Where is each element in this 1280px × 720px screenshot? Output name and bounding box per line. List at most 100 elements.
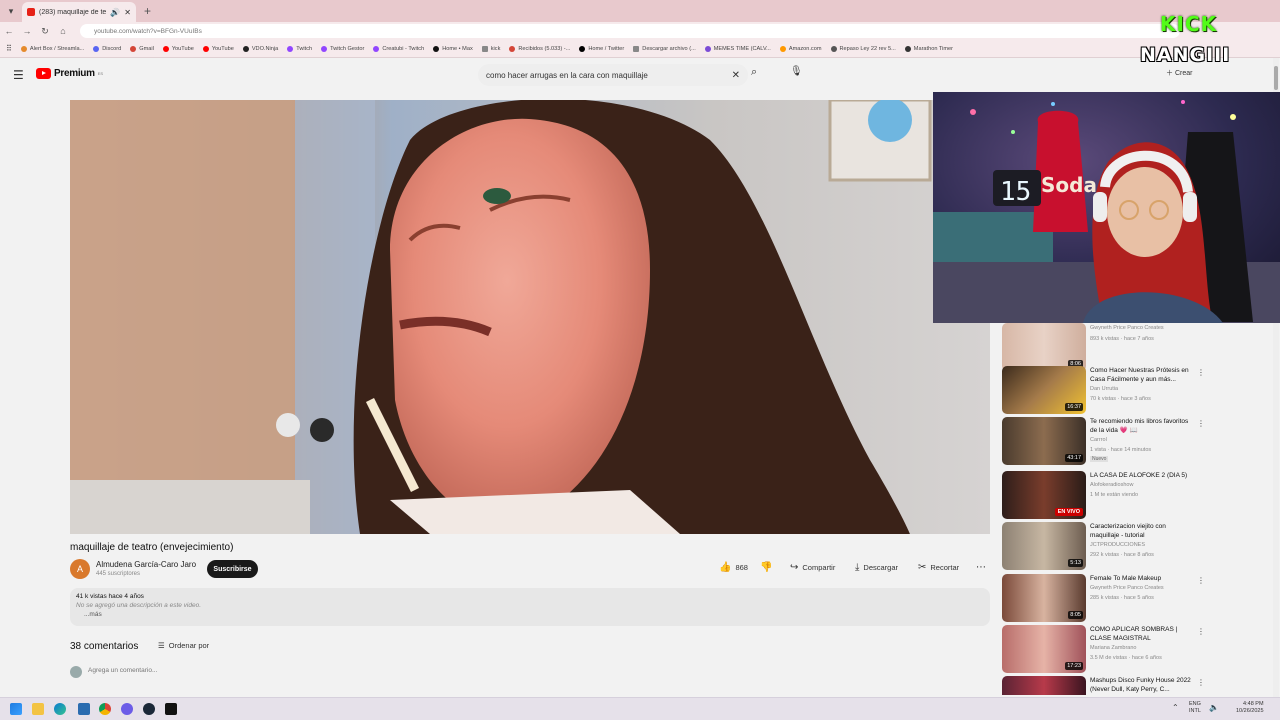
- add-comment-input[interactable]: Agrega un comentario...: [88, 667, 157, 674]
- volume-icon[interactable]: 🔈: [1209, 704, 1219, 712]
- apps-grid-icon[interactable]: ⠿: [6, 44, 12, 53]
- rec-stats: 1 vista · hace 14 minutos: [1090, 447, 1152, 453]
- speaker-icon[interactable]: 🔊: [110, 8, 120, 17]
- bookmark-item[interactable]: Recibidos (5.033) -...: [509, 45, 570, 52]
- bookmark-item[interactable]: YouTube: [202, 45, 234, 52]
- bookmark-label: Alert Box / Streamla...: [29, 45, 85, 52]
- language-indicator[interactable]: ENG INTL: [1189, 701, 1201, 715]
- clock-time: 4:48 PM: [1243, 701, 1264, 707]
- vdo-ninja-icon: [242, 45, 249, 52]
- share-button[interactable]: ↪ Compartir: [790, 562, 835, 573]
- video-player[interactable]: [70, 100, 990, 534]
- recommended-video[interactable]: 5:13 Caracterizacion viejito con maquill…: [1002, 522, 1202, 570]
- video-thumbnail[interactable]: 16:37: [1002, 366, 1086, 414]
- more-vertical-icon[interactable]: ⋮: [1197, 678, 1202, 687]
- like-button[interactable]: 👍 868: [719, 562, 748, 573]
- rec-title[interactable]: COMO APLICAR SOMBRAS | CLASE MAGISTRAL: [1090, 625, 1192, 643]
- discord-icon: [93, 45, 100, 52]
- bookmark-item[interactable]: Home / Twitter: [579, 45, 624, 52]
- bookmark-item[interactable]: Repaso Ley 22 rev 5...: [830, 45, 896, 52]
- tab-close-icon[interactable]: ✕: [124, 8, 131, 17]
- dislike-button[interactable]: 👎: [760, 562, 772, 573]
- microphone-icon[interactable]: 🎙: [790, 66, 803, 77]
- bookmark-item[interactable]: Marathon Timer: [904, 45, 953, 52]
- recommended-video[interactable]: Mashups Disco Funky House 2022 (Never Du…: [1002, 676, 1202, 695]
- download-button[interactable]: ⤓ Descargar: [855, 562, 898, 573]
- kick-app-icon[interactable]: [165, 703, 177, 715]
- more-vertical-icon[interactable]: ⋮: [1197, 419, 1202, 428]
- bookmark-item[interactable]: Twitch Gestor: [321, 45, 364, 52]
- description-box[interactable]: 41 k vistas hace 4 años No se agregó una…: [70, 588, 990, 626]
- chrome-icon[interactable]: [99, 703, 111, 715]
- more-actions-button[interactable]: ⋯: [976, 562, 986, 573]
- bookmark-item[interactable]: kick: [481, 45, 500, 52]
- video-thumbnail[interactable]: 5:13: [1002, 522, 1086, 570]
- sort-comments-button[interactable]: ☰ Ordenar por: [158, 641, 209, 650]
- new-tab-icon[interactable]: +: [144, 4, 151, 18]
- bookmark-item[interactable]: VDO.Ninja: [242, 45, 278, 52]
- more-vertical-icon[interactable]: ⋮: [1197, 368, 1202, 377]
- clock[interactable]: 4:48 PM 10/26/2025: [1236, 701, 1264, 715]
- video-thumbnail[interactable]: 8:06: [1002, 323, 1086, 371]
- show-more-link[interactable]: ...más: [76, 611, 984, 618]
- rec-title[interactable]: Te recomiendo mis libros favoritos de la…: [1090, 417, 1192, 435]
- recommended-video[interactable]: 17:23 COMO APLICAR SOMBRAS | CLASE MAGIS…: [1002, 625, 1202, 673]
- clear-search-icon[interactable]: ✕: [732, 70, 740, 81]
- bookmark-item[interactable]: Gmail: [130, 45, 154, 52]
- store-icon[interactable]: [78, 703, 90, 715]
- channel-name[interactable]: Almudena García-Caro Jaro: [96, 560, 196, 569]
- live-badge: EN VIVO: [1054, 508, 1083, 516]
- recommendations-list: 8:06 Gwyneth Price Panco Creates 893 k v…: [1002, 323, 1202, 695]
- more-vertical-icon[interactable]: ⋮: [1197, 627, 1202, 636]
- rec-title[interactable]: Como Hacer Nuestras Prótesis en Casa Fác…: [1090, 366, 1192, 384]
- bookmark-item[interactable]: Descargar archivo (...: [633, 45, 696, 52]
- tab-list-chevron-icon[interactable]: ▾: [0, 0, 22, 22]
- video-thumbnail[interactable]: 8:05: [1002, 574, 1086, 622]
- bookmark-item[interactable]: Creatubi - Twitch: [373, 45, 424, 52]
- reload-icon[interactable]: ↻: [40, 26, 50, 37]
- video-thumbnail[interactable]: EN VIVO: [1002, 471, 1086, 519]
- bookmark-item[interactable]: Alert Box / Streamla...: [20, 45, 85, 52]
- bookmark-item[interactable]: YouTube: [162, 45, 194, 52]
- bookmark-item[interactable]: Amazon.com: [779, 45, 822, 52]
- network-icon[interactable]: ⌃: [1172, 704, 1179, 712]
- file-explorer-icon[interactable]: [32, 703, 44, 715]
- bookmark-item[interactable]: MEMES TIME (CALV...: [704, 45, 771, 52]
- browser-tab-active[interactable]: (283) maquillaje de teatro (... 🔊 ✕: [22, 2, 136, 22]
- video-thumbnail[interactable]: 43:17: [1002, 417, 1086, 465]
- youtube-premium-logo[interactable]: Premium ES: [36, 68, 103, 79]
- bookmark-item[interactable]: Home • Max: [433, 45, 473, 52]
- recommended-video[interactable]: 16:37 Como Hacer Nuestras Prótesis en Ca…: [1002, 366, 1202, 414]
- edge-icon[interactable]: [54, 703, 66, 715]
- recommended-video[interactable]: 8:06 Gwyneth Price Panco Creates 893 k v…: [1002, 323, 1202, 371]
- menu-hamburger-icon[interactable]: ☰: [13, 68, 24, 82]
- rec-title[interactable]: Caracterizacion viejito con maquillaje -…: [1090, 522, 1192, 540]
- search-icon[interactable]: ⌕: [751, 66, 757, 79]
- search-input[interactable]: como hacer arrugas en la cara con maquil…: [478, 64, 748, 86]
- rec-title[interactable]: Female To Male Makeup: [1090, 574, 1192, 583]
- steam-icon[interactable]: [143, 703, 155, 715]
- more-vertical-icon[interactable]: ⋮: [1197, 576, 1202, 585]
- bookmark-item[interactable]: Discord: [93, 45, 121, 52]
- url-input[interactable]: youtube.com/watch?v=BFGn-VUuIBs: [80, 24, 1180, 38]
- rec-title[interactable]: Mashups Disco Funky House 2022 (Never Du…: [1090, 676, 1192, 694]
- clip-button[interactable]: ✂ Recortar: [918, 562, 959, 573]
- app-icon[interactable]: [121, 703, 133, 715]
- bookmark-label: Twitch: [296, 45, 313, 52]
- forward-icon[interactable]: →: [22, 26, 32, 36]
- windows-start-icon[interactable]: [10, 703, 22, 715]
- twitch-icon: [321, 45, 328, 52]
- back-icon[interactable]: ←: [4, 26, 14, 36]
- home-icon[interactable]: ⌂: [58, 26, 68, 36]
- recommended-video[interactable]: 43:17 Te recomiendo mis libros favoritos…: [1002, 417, 1202, 465]
- recommended-video[interactable]: EN VIVO LA CASA DE ALOFOKE 2 (DIA 5) Alo…: [1002, 471, 1202, 519]
- rec-title[interactable]: LA CASA DE ALOFOKE 2 (DIA 5): [1090, 471, 1192, 480]
- subscribe-button[interactable]: Suscribirse: [207, 560, 258, 578]
- create-button[interactable]: ＋ Crear: [1166, 68, 1192, 78]
- bookmark-item[interactable]: Twitch: [287, 45, 313, 52]
- channel-avatar[interactable]: A: [70, 559, 90, 579]
- scrollbar-thumb[interactable]: [1274, 66, 1278, 90]
- video-thumbnail[interactable]: 17:23: [1002, 625, 1086, 673]
- video-thumbnail[interactable]: [1002, 676, 1086, 695]
- recommended-video[interactable]: 8:05 Female To Male Makeup Gwyneth Price…: [1002, 574, 1202, 622]
